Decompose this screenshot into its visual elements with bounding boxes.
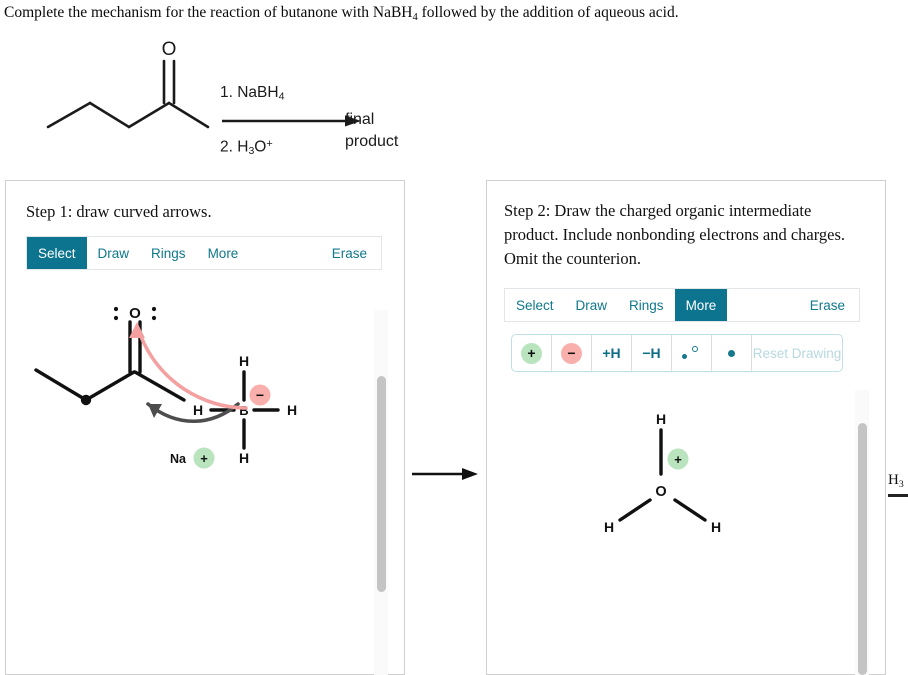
mechanism-drawing-step1: O B H H H H − Na + — [34, 305, 297, 469]
erase-button-step2[interactable]: Erase — [810, 289, 859, 321]
hydronium-oxygen-label: O — [655, 484, 666, 500]
tab-draw-step2[interactable]: Draw — [565, 289, 619, 321]
scheme-oxygen-label: O — [162, 39, 177, 60]
step1-drawing-canvas[interactable]: O B H H H H − Na + — [6, 300, 384, 674]
tab-rings-step1[interactable]: Rings — [140, 237, 197, 269]
step2-canvas-scrollbar[interactable] — [855, 390, 869, 675]
hydronium-h-right: H — [711, 519, 721, 535]
add-hydrogen-button[interactable]: +H — [592, 335, 632, 371]
scheme-product-label: final product — [345, 109, 398, 152]
tab-select-step2[interactable]: Select — [505, 289, 565, 321]
oxygen-atom-label: O — [129, 305, 141, 322]
reaction-scheme: O 1. NaBH4 2. H3O+ final product — [30, 35, 450, 157]
between-steps-arrow — [410, 462, 482, 486]
add-negative-charge-button[interactable]: − — [552, 335, 592, 371]
toolbar-spacer-step2 — [727, 289, 809, 321]
hydride-h-top: H — [239, 353, 249, 369]
prompt-text-before: Complete the mechanism for the reaction … — [4, 4, 413, 21]
radical-dot-icon — [728, 349, 735, 357]
negative-charge-symbol: − — [256, 387, 264, 403]
step1-canvas-scrollbar[interactable] — [374, 310, 388, 675]
remove-hydrogen-button[interactable]: −H — [632, 335, 672, 371]
reagent1-sub: 4 — [278, 90, 285, 103]
step1-scrollbar-thumb[interactable] — [377, 376, 386, 592]
hydride-h-right: H — [287, 402, 297, 418]
clipped-fragment-sub: 3 — [898, 478, 904, 490]
reagent2-mid: O — [254, 138, 267, 156]
sodium-charge-symbol: + — [200, 451, 208, 466]
step2-scrollbar-thumb[interactable] — [858, 423, 867, 675]
hydronium-h-top: H — [656, 411, 666, 427]
butanone-bonds — [34, 320, 186, 402]
reset-drawing-button[interactable]: Reset Drawing — [752, 335, 842, 371]
step2-toolbar[interactable]: Select Draw Rings More Erase — [504, 288, 860, 322]
minus-charge-icon: − — [561, 342, 582, 364]
tab-rings-step2[interactable]: Rings — [618, 289, 675, 321]
selected-atom-marker — [80, 394, 92, 406]
lone-pair-button[interactable] — [672, 335, 712, 371]
product-line-1: final — [345, 111, 375, 128]
erase-button-step1[interactable]: Erase — [332, 237, 381, 269]
reaction-arrow — [222, 115, 361, 127]
scheme-reagent-step1: 1. NaBH4 — [220, 84, 284, 103]
clipped-fragment-bar — [888, 494, 908, 497]
clipped-offscreen-fragment: H3 — [888, 472, 908, 512]
product-line-2: product — [345, 132, 399, 150]
hydride-h-bottom: H — [239, 450, 249, 466]
reagent1-text: 1. NaBH — [220, 84, 279, 101]
hydronium-charge-symbol: + — [674, 452, 682, 467]
sodium-label: Na — [170, 452, 187, 466]
tab-select-step1[interactable]: Select — [27, 237, 87, 269]
curved-arrow-pi-to-oxygen — [129, 322, 248, 410]
step1-toolbar[interactable]: Select Draw Rings More Erase — [26, 236, 382, 270]
hydronium-drawing-step2: H O H H + — [604, 411, 721, 535]
tab-draw-step1[interactable]: Draw — [87, 237, 141, 269]
plus-charge-icon: + — [521, 342, 542, 364]
reagent2-sup: + — [266, 138, 273, 150]
more-options-subtoolbar[interactable]: + − +H −H Reset Drawing — [511, 334, 843, 372]
hydronium-h-left: H — [604, 519, 614, 535]
toolbar-spacer-step1 — [249, 237, 331, 269]
hydronium-bonds — [618, 428, 707, 522]
step2-drawing-canvas[interactable]: H O H H + — [487, 384, 858, 674]
prompt-text-after: followed by the addition of aqueous acid… — [417, 4, 679, 21]
reagent2-text: 2. H — [220, 138, 249, 156]
boron-atom-label: B — [239, 403, 248, 418]
scheme-reagent-step2: 2. H3O+ — [220, 138, 273, 157]
radical-dot-button[interactable] — [712, 335, 752, 371]
question-prompt: Complete the mechanism for the reaction … — [4, 3, 884, 25]
step1-title: Step 1: draw curved arrows. — [26, 202, 212, 221]
step2-title: Step 2: Draw the charged organic interme… — [504, 201, 846, 268]
lone-pair-icon — [681, 344, 703, 362]
hydride-h-left: H — [193, 402, 203, 418]
add-positive-charge-button[interactable]: + — [512, 335, 552, 371]
tab-more-step1[interactable]: More — [197, 237, 250, 269]
clipped-fragment-label: H — [888, 472, 899, 488]
tab-more-step2[interactable]: More — [674, 289, 728, 321]
